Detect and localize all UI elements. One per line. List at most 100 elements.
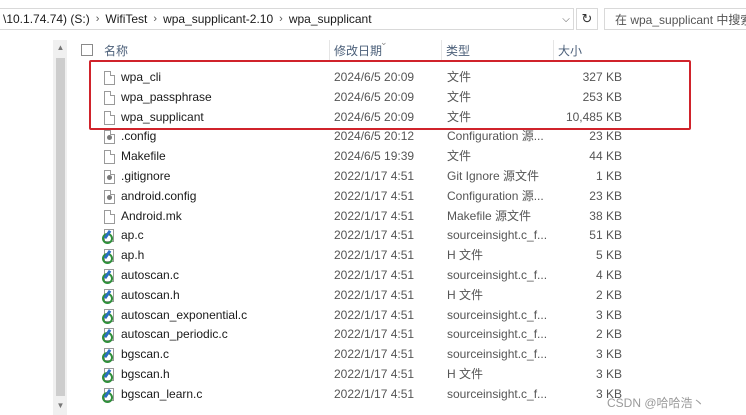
file-name: android.config: [121, 188, 197, 203]
file-row[interactable]: ap.h 2022/1/17 4:51 H 文件 5 KB: [68, 246, 746, 266]
file-row[interactable]: Android.mk 2022/1/17 4:51 Makefile 源文件 38 K…: [68, 207, 746, 227]
file-date: 2022/1/17 4:51: [334, 228, 415, 243]
file-type: H 文件: [447, 366, 484, 381]
column-header: 名称 修改日期 类型 大小 ⌄: [68, 37, 746, 62]
file-date: 2022/1/17 4:51: [334, 347, 415, 362]
file-row[interactable]: .config 2024/6/5 20:12 Configuration 源... 2…: [68, 127, 746, 147]
file-row[interactable]: Makefile 2024/6/5 19:39 文件 44 KB: [68, 147, 746, 167]
chevron-right-icon[interactable]: ›: [151, 13, 159, 25]
file-size: 5 KB: [595, 248, 622, 263]
history-dropdown-icon[interactable]: ⌵: [558, 9, 574, 29]
file-name: autoscan.h: [121, 287, 180, 302]
file-name: ap.c: [121, 228, 144, 243]
file-name: autoscan_periodic.c: [121, 327, 228, 342]
sourceinsight-icon: [102, 327, 116, 344]
file-size: 44 KB: [589, 149, 622, 164]
file-type: sourceinsight.c_f...: [447, 307, 548, 322]
file-size: 1 KB: [595, 168, 622, 183]
file-date: 2022/1/17 4:51: [334, 287, 415, 302]
file-row[interactable]: autoscan.h 2022/1/17 4:51 H 文件 2 KB: [68, 286, 746, 306]
scroll-up-icon[interactable]: ▲: [55, 43, 66, 53]
file-type: H 文件: [447, 287, 484, 302]
file-date: 2022/1/17 4:51: [334, 327, 415, 342]
breadcrumb-wpa-supplicant-2-10[interactable]: wpa_supplicant-2.10: [159, 12, 277, 26]
file-size: 3 KB: [595, 347, 622, 362]
navigation-pane[interactable]: [0, 40, 52, 415]
file-date: 2022/1/17 4:51: [334, 366, 415, 381]
file-size: 38 KB: [589, 208, 622, 223]
scroll-down-icon[interactable]: ▼: [55, 401, 66, 411]
file-type: H 文件: [447, 248, 484, 263]
file-row[interactable]: autoscan_exponential.c 2022/1/17 4:51 sour…: [68, 306, 746, 326]
column-type[interactable]: 类型: [442, 40, 554, 62]
file-row[interactable]: bgscan.c 2022/1/17 4:51 sourceinsight.c_f.…: [68, 345, 746, 365]
nav-scrollbar-thumb[interactable]: [56, 58, 65, 396]
file-row[interactable]: .gitignore 2022/1/17 4:51 Git Ignore 源文件 1 …: [68, 167, 746, 187]
chevron-right-icon[interactable]: ›: [277, 13, 285, 25]
file-type: sourceinsight.c_f...: [447, 347, 548, 362]
file-row[interactable]: bgscan.h 2022/1/17 4:51 H 文件 3 KB: [68, 365, 746, 385]
file-type: Git Ignore 源文件: [447, 168, 540, 183]
file-row[interactable]: android.config 2022/1/17 4:51 Configuratio…: [68, 187, 746, 207]
file-icon: [102, 209, 116, 225]
config-file-icon: [102, 169, 116, 185]
file-icon: [102, 149, 116, 165]
file-name: .config: [121, 129, 157, 144]
sourceinsight-icon: [102, 367, 116, 383]
breadcrumb-drive[interactable]: \10.1.74.74) (S:): [0, 12, 94, 26]
file-size: 51 KB: [589, 228, 622, 243]
column-size-label: 大小: [558, 44, 583, 58]
file-type: sourceinsight.c_f...: [447, 228, 548, 243]
highlight-box: [89, 60, 691, 130]
file-row[interactable]: autoscan_periodic.c 2022/1/17 4:51 sourcei…: [68, 325, 746, 345]
breadcrumb-wpa-supplicant[interactable]: wpa_supplicant: [285, 12, 376, 26]
config-file-icon: [102, 189, 116, 205]
breadcrumb[interactable]: \10.1.74.74) (S:) › WifiTest › wpa_suppl…: [0, 8, 574, 30]
chevron-right-icon[interactable]: ›: [94, 13, 102, 25]
file-name: autoscan.c: [121, 267, 180, 282]
column-name-label: 名称: [104, 44, 129, 58]
watermark: CSDN @哈哈浩丶: [607, 396, 705, 410]
column-name[interactable]: 名称: [100, 40, 330, 62]
column-date-label: 修改日期: [334, 44, 383, 58]
sourceinsight-icon: [102, 228, 116, 245]
file-size: 2 KB: [595, 327, 622, 342]
file-row[interactable]: ap.c 2022/1/17 4:51 sourceinsight.c_f... 51…: [68, 226, 746, 246]
file-name: autoscan_exponential.c: [121, 307, 248, 322]
sourceinsight-icon: [102, 288, 116, 304]
file-name: Android.mk: [121, 208, 182, 223]
file-type: sourceinsight.c_f...: [447, 386, 548, 401]
file-size: 2 KB: [595, 287, 622, 302]
sort-indicator-icon: ⌄: [380, 37, 388, 47]
search-input[interactable]: 在 wpa_supplicant 中搜索: [604, 8, 746, 30]
file-type: Makefile 源文件: [447, 208, 532, 223]
file-date: 2022/1/17 4:51: [334, 208, 415, 223]
file-row[interactable]: autoscan.c 2022/1/17 4:51 sourceinsight.c_…: [68, 266, 746, 286]
sourceinsight-icon: [102, 248, 116, 265]
file-name: bgscan.h: [121, 366, 170, 381]
select-all-checkbox[interactable]: [81, 44, 93, 56]
file-type: Configuration 源...: [447, 188, 544, 203]
file-date: 2022/1/17 4:51: [334, 168, 415, 183]
breadcrumb-wifitest[interactable]: WifiTest: [101, 12, 151, 26]
file-date: 2022/1/17 4:51: [334, 386, 415, 401]
file-size: 23 KB: [589, 188, 622, 203]
config-file-icon: [102, 129, 116, 145]
file-size: 3 KB: [595, 366, 622, 381]
column-size[interactable]: 大小: [554, 40, 634, 62]
file-name: bgscan_learn.c: [121, 386, 203, 401]
file-type: sourceinsight.c_f...: [447, 267, 548, 282]
sourceinsight-icon: [102, 308, 116, 324]
file-size: 23 KB: [589, 129, 622, 144]
file-size: 4 KB: [595, 267, 622, 282]
file-type: sourceinsight.c_f...: [447, 327, 548, 342]
file-name: bgscan.c: [121, 347, 170, 362]
file-type: 文件: [447, 149, 472, 164]
file-name: .gitignore: [121, 168, 171, 183]
sourceinsight-icon: [102, 268, 116, 284]
column-type-label: 类型: [446, 44, 471, 58]
file-name: Makefile: [121, 149, 166, 164]
file-date: 2022/1/17 4:51: [334, 248, 415, 263]
file-date: 2024/6/5 19:39: [334, 149, 415, 164]
refresh-icon[interactable]: ↻: [576, 8, 598, 30]
